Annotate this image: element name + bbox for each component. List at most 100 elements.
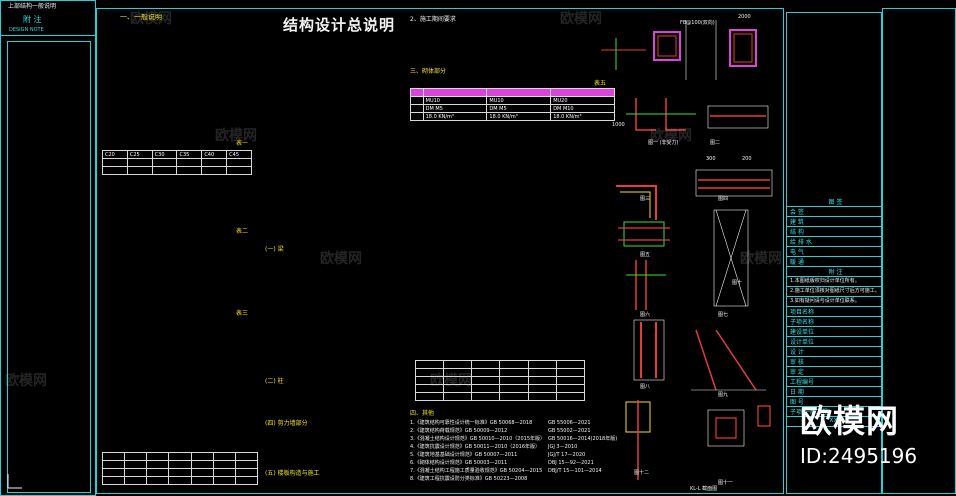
detail-label-8: 图八 (640, 384, 651, 390)
sec3-title: 三、砌体部分 (410, 68, 447, 75)
brand-id-text: ID:2495196 (800, 444, 918, 468)
detail-row-2 (626, 98, 769, 131)
std-right-1: GB 55002—2021 (548, 428, 591, 434)
detail-row-6 (633, 319, 766, 391)
std-right-5: DBJ 15—92—2021 (548, 460, 594, 466)
std-right-0: GB 55006—2021 (548, 420, 591, 426)
detail-label-11: 图十一 (718, 480, 734, 486)
detail-row-5 (626, 260, 666, 310)
left-header-sub: DESIGN NOTE (9, 27, 44, 33)
std-line-2: 3.《混凝土结构设计规范》GB 50010—2010（2015年版） (410, 436, 546, 442)
std-right-4: JGJ/T 17—2020 (548, 452, 586, 458)
watermark-brand-3: 欧模网 (215, 128, 257, 144)
std-line-6: 7.《混凝土结构工程施工质量验收规范》GB 50204—2015 (410, 468, 543, 474)
detail-label-2: 图二 (710, 140, 721, 146)
std-line-3: 4.《建筑抗震设计规范》GB 50011—2010（2016年版） (410, 444, 541, 450)
tb-row-4: 给 排 水 (787, 237, 881, 247)
tb-field-3: 设计单位 (787, 337, 881, 347)
detail-column-top (601, 20, 757, 80)
detail-row-3 (616, 169, 773, 220)
tb-field-0: 项目名称 (787, 307, 881, 317)
brand-logo-watermark: 欧模网 ID:2495196 (800, 396, 950, 470)
conc-h3: C35 (176, 150, 203, 159)
conc-h0: C20 (102, 150, 128, 159)
tb-notes-title: 附 注 (787, 267, 881, 277)
detail-label-kl: KL-L 截面图 (690, 486, 718, 492)
sec-wall-title: (四) 剪力墙部分 (265, 420, 308, 427)
left-header-title: 附 注 (23, 15, 42, 24)
tb-note-1: 2.施工单位须核对图纸尺寸后方可施工。 (787, 287, 881, 297)
sec-col-title: (二) 柱 (265, 378, 284, 385)
column-1-lines (100, 24, 262, 484)
window-title[interactable]: 上部结构一般说明 (8, 4, 56, 10)
std-line-0: 1.《建筑结构可靠性设计统一标准》GB 50068—2018 (410, 420, 533, 426)
concrete-grade-table: C20 C25 C30 C35 C40 C45 (102, 150, 252, 175)
std-line-7: 8.《建筑工程抗震设防分类标准》GB 50223—2008 (410, 476, 528, 482)
masonry-v1-2: MU10 (486, 96, 552, 105)
tb-row-1: 会 签 (787, 207, 881, 217)
std-line-4: 5.《建筑地基基础设计规范》GB 50007—2011 (410, 452, 518, 458)
conc-h1: C25 (126, 150, 153, 159)
masonry-v3-1: 18.0 KN/m³ (422, 112, 488, 121)
main-title: 结构设计总说明 (283, 16, 396, 34)
masonry-table: MU10 MU10 MU20 DM M5 DM M5 DM M10 18.0 KN/m³… (410, 88, 615, 121)
watermark-brand-5: 欧模网 (320, 251, 362, 267)
left-inner-frame (7, 41, 91, 493)
title-block-blank (787, 13, 881, 197)
sec-slab-title: (五) 楼板构造与施工 (265, 470, 320, 477)
detail-label-4: 图四 (718, 196, 729, 202)
table3-label: 表三 (236, 310, 249, 317)
tb-row-3: 结 构 (787, 227, 881, 237)
masonry-v3-2: 18.0 KN/m³ (486, 112, 552, 121)
detail-label-6: 图六 (640, 312, 651, 318)
detail-label-top: FB@100(双向) (680, 20, 715, 26)
dim-b: 200 (742, 156, 752, 162)
tb-note-0: 1.本图纸版权归设计单位所有。 (787, 277, 881, 287)
ucs-axis-icon (6, 470, 26, 490)
tb-row-2: 建 筑 (787, 217, 881, 227)
tb-field-1: 子项名称 (787, 317, 881, 327)
watermark-brand-6: 欧模网 (740, 251, 782, 267)
tb-note-2: 3.如有疑问请与设计单位联系。 (787, 297, 881, 307)
std-line-1: 2.《建筑结构荷载规范》GB 50009—2012 (410, 428, 508, 434)
masonry-v1-1: MU10 (422, 96, 488, 105)
tb-field-4: 设 计 (787, 347, 881, 357)
dim-c: 1000 (612, 122, 625, 128)
std-right-3: JGJ 3—2010 (548, 444, 578, 450)
tb-row-5: 电 气 (787, 247, 881, 257)
sec2-title: 2、施工期间要求 (410, 16, 456, 23)
left-divider (1, 35, 95, 36)
sec-beam-title: (一) 梁 (265, 246, 284, 253)
sec-other-title: 四、其他 (410, 410, 435, 417)
anchorage-table (101, 452, 259, 485)
tb-field-7: 工程编号 (787, 377, 881, 387)
left-sidebar: 附 注 DESIGN NOTE (0, 0, 96, 496)
detail-label-10: 图十 (732, 280, 743, 286)
tb-row-6: 暖 通 (787, 257, 881, 267)
detail-label-5: 图五 (640, 252, 651, 258)
watermark-brand-8: 欧模网 (430, 373, 472, 389)
table2-label: 表二 (236, 228, 249, 235)
brand-logo-text: 欧模网 (800, 402, 900, 440)
detail-label-3: 图三 (640, 196, 651, 202)
tb-field-2: 建设单位 (787, 327, 881, 337)
watermark-brand-7: 欧模网 (5, 373, 47, 389)
dim-d: 2000 (738, 14, 751, 20)
detail-label-7: 图七 (718, 312, 729, 318)
dim-a: 300 (706, 156, 716, 162)
tb-field-5: 审 核 (787, 357, 881, 367)
conc-h4: C40 (201, 150, 228, 159)
detail-row-4 (618, 209, 749, 307)
conc-h5: C45 (226, 150, 252, 159)
std-line-5: 6.《砌体结构设计规范》GB 50003—2011 (410, 460, 508, 466)
watermark-brand-2: 欧模网 (560, 11, 602, 27)
std-right-6: DBJ/T 15—101—2014 (548, 468, 602, 474)
detail-label-9: 图九 (718, 392, 729, 398)
detail-row-7 (625, 400, 771, 480)
tb-header: 图 签 (787, 197, 881, 207)
tb-field-6: 审 定 (787, 367, 881, 377)
watermark-brand-4: 欧模网 (650, 128, 692, 144)
conc-h2: C30 (151, 150, 178, 159)
detail-label-12: 图十二 (634, 470, 650, 476)
masonry-v2-2: DM M5 (486, 104, 552, 113)
